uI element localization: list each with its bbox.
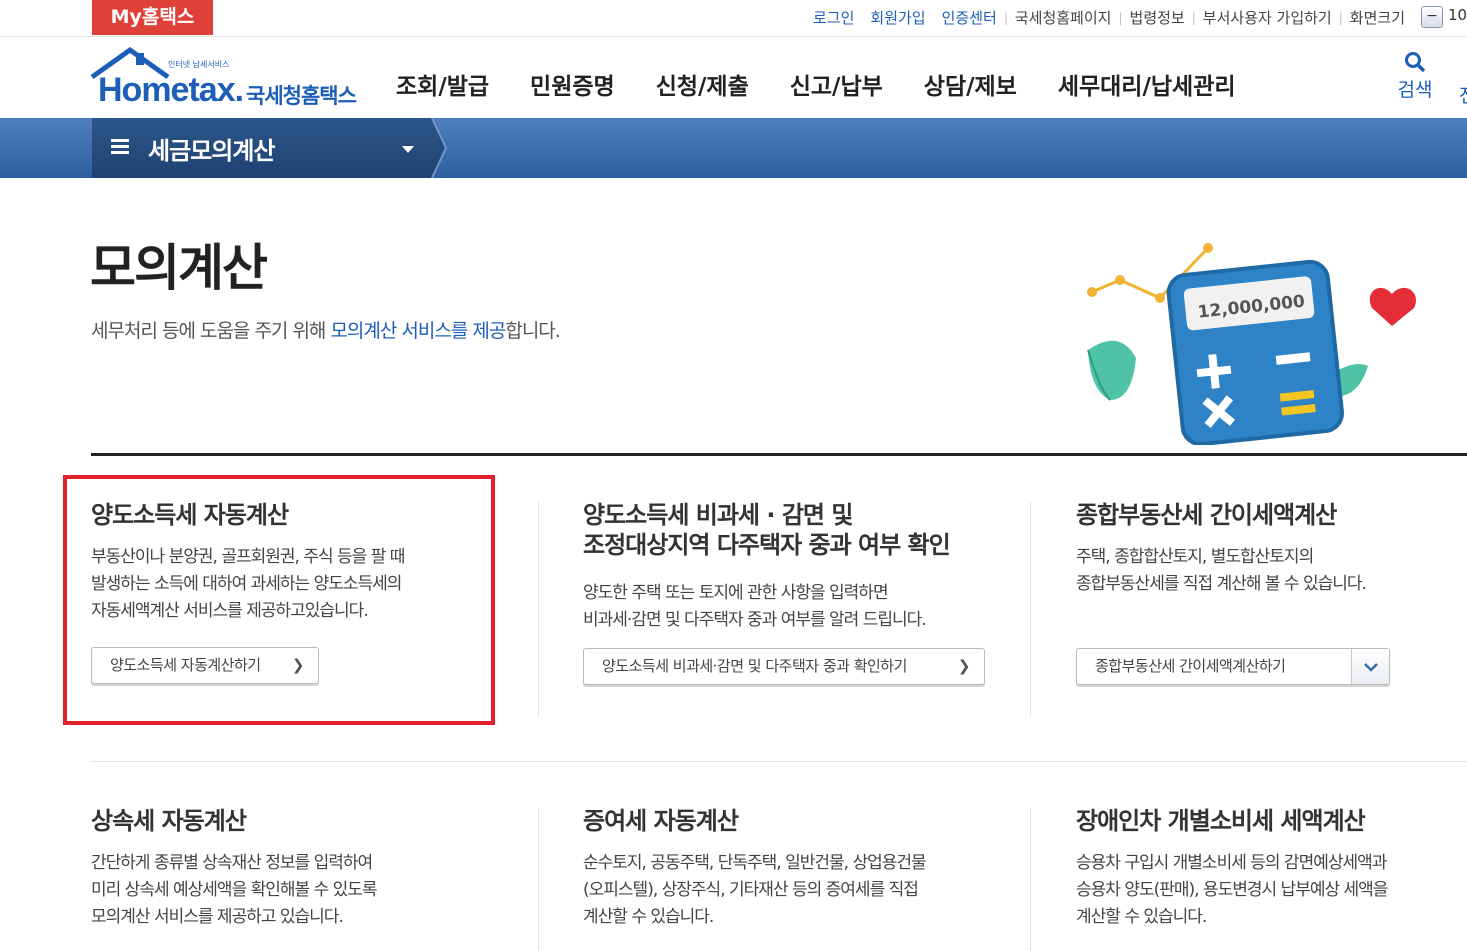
card-description: 양도한 주택 또는 토지에 관한 사항을 입력하면 비과세·감면 및 다주택자 … bbox=[583, 583, 927, 630]
card-title: 상속세 자동계산 bbox=[91, 807, 247, 835]
nav-item-tax-agent[interactable]: 세무대리/납세관리 bbox=[1058, 67, 1236, 101]
desc-prefix: 세무처리 등에 도움을 주기 위해 bbox=[91, 320, 331, 342]
card-title: 양도소득세 비과세 · 감면 및 조정대상지역 다주택자 중과 여부 확인 bbox=[583, 501, 951, 559]
desc-highlight: 모의계산 서비스를 제공 bbox=[330, 320, 506, 342]
card-capital-gains-exemption: 양도소득세 비과세 · 감면 및 조정대상지역 다주택자 중과 여부 확인 양도… bbox=[583, 500, 1023, 634]
nav-item-consult[interactable]: 상담/제보 bbox=[924, 67, 1017, 101]
page-title: 모의계산 bbox=[90, 239, 268, 297]
nav-item-certificate[interactable]: 민원증명 bbox=[530, 67, 615, 101]
logo-wordmark: Hometax. bbox=[98, 71, 244, 109]
dept-user-signup-link[interactable]: 부서사용자 가입하기 bbox=[1203, 7, 1332, 28]
nav-item-filing[interactable]: 신고/납부 bbox=[790, 67, 883, 101]
nav-item-inquiry[interactable]: 조회/발급 bbox=[396, 67, 489, 101]
comprehensive-realestate-select[interactable]: 종합부동산세 간이세액계산하기 bbox=[1076, 648, 1390, 685]
card-title: 장애인차 개별소비세 세액계산 bbox=[1076, 807, 1366, 835]
chevron-right-icon: ❯ bbox=[957, 657, 971, 675]
page: My홈택스 로그인 회원가입 인증센터 | 국세청홈페이지 | 법령정보 | 부… bbox=[0, 0, 1467, 951]
page-description: 세무처리 등에 도움을 주기 위해 모의계산 서비스를 제공합니다. bbox=[91, 316, 561, 343]
screen-size-label: 화면크기 bbox=[1349, 9, 1405, 27]
separator: | bbox=[1118, 10, 1123, 25]
nav-item-application[interactable]: 신청/제출 bbox=[656, 67, 749, 101]
card-disabled-vehicle-tax: 장애인차 개별소비세 세액계산 승용차 구입시 개별소비세 등의 감면예상세액과… bbox=[1076, 806, 1466, 931]
menu-title[interactable]: 세금모의계산 bbox=[148, 131, 275, 166]
search-icon bbox=[1405, 52, 1426, 73]
hamburger-icon[interactable] bbox=[111, 139, 129, 155]
card-gift-tax: 증여세 자동계산 순수토지, 공동주택, 단독주택, 일반건물, 상업용건물 (… bbox=[583, 806, 1003, 931]
caret-down-icon[interactable] bbox=[402, 146, 414, 153]
main-nav: 조회/발급 민원증명 신청/제출 신고/납부 상담/제보 세무대리/납세관리 bbox=[396, 67, 1277, 101]
my-hometax-button[interactable]: My홈택스 bbox=[92, 0, 213, 35]
logo-tagline: 인터넷 납세서비스 bbox=[168, 60, 230, 69]
separator: | bbox=[1338, 10, 1343, 25]
hometax-logo[interactable]: 인터넷 납세서비스 Hometax. 국세청홈택스 bbox=[90, 45, 362, 109]
search-label: 검색 bbox=[1397, 79, 1433, 101]
calculator-illustration: 12,000,000 bbox=[1087, 243, 1416, 445]
select-label: 종합부동산세 간이세액계산하기 bbox=[1095, 657, 1286, 675]
section-divider bbox=[91, 453, 1467, 456]
nts-homepage-link[interactable]: 국세청홈페이지 bbox=[1015, 7, 1112, 28]
grid-line bbox=[538, 808, 539, 951]
utility-links: 로그인 회원가입 인증센터 | 국세청홈페이지 | 법령정보 | 부서사용자 가… bbox=[797, 7, 1405, 28]
card-description: 주택, 종합합산토지, 별도합산토지의 종합부동산세를 직접 계산해 볼 수 있… bbox=[1076, 547, 1367, 594]
cut-off-menu[interactable]: 전 bbox=[1459, 81, 1467, 108]
highlight-box bbox=[63, 475, 495, 725]
login-link[interactable]: 로그인 bbox=[813, 7, 854, 28]
law-info-link[interactable]: 법령정보 bbox=[1130, 7, 1185, 28]
grid-line bbox=[1030, 808, 1031, 951]
chevron-down-icon bbox=[1364, 663, 1378, 672]
utility-bar: My홈택스 로그인 회원가입 인증센터 | 국세청홈페이지 | 법령정보 | 부… bbox=[0, 0, 1467, 37]
card-inheritance-tax: 상속세 자동계산 간단하게 종류별 상속재산 정보를 입력하여 미리 상속세 예… bbox=[91, 806, 511, 931]
grid-line bbox=[91, 761, 1467, 762]
card-description: 순수토지, 공동주택, 단독주택, 일반건물, 상업용건물 (오피스텔), 상장… bbox=[583, 853, 927, 927]
separator: | bbox=[1003, 10, 1008, 25]
card-title: 증여세 자동계산 bbox=[583, 807, 739, 835]
zoom-value: 10 bbox=[1448, 6, 1467, 24]
card-title: 종합부동산세 간이세액계산 bbox=[1076, 501, 1337, 529]
capital-gains-exemption-button[interactable]: 양도소득세 비과세·감면 및 다주택자 중과 확인하기 ❯ bbox=[583, 648, 985, 685]
grid-line bbox=[538, 502, 539, 716]
select-dropdown-toggle[interactable] bbox=[1351, 649, 1389, 684]
card-comprehensive-realestate: 종합부동산세 간이세액계산 주택, 종합합산토지, 별도합산토지의 종합부동산세… bbox=[1076, 500, 1456, 598]
button-label: 양도소득세 비과세·감면 및 다주택자 중과 확인하기 bbox=[602, 657, 907, 675]
card-description: 승용차 구입시 개별소비세 등의 감면예상세액과 승용차 양도(판매), 용도변… bbox=[1076, 853, 1388, 927]
card-description: 간단하게 종류별 상속재산 정보를 입력하여 미리 상속세 예상세액을 확인해볼… bbox=[91, 853, 378, 927]
separator: | bbox=[1191, 10, 1196, 25]
zoom-out-button[interactable]: − bbox=[1421, 6, 1443, 28]
search-button[interactable]: 검색 bbox=[1395, 51, 1435, 102]
grid-line bbox=[1030, 502, 1031, 716]
desc-suffix: 합니다. bbox=[505, 320, 560, 342]
logo-korean: 국세청홈택스 bbox=[246, 84, 357, 108]
header: 인터넷 납세서비스 Hometax. 국세청홈택스 조회/발급 민원증명 신청/… bbox=[0, 37, 1467, 118]
signup-link[interactable]: 회원가입 bbox=[870, 7, 925, 28]
cert-center-link[interactable]: 인증센터 bbox=[942, 7, 997, 28]
